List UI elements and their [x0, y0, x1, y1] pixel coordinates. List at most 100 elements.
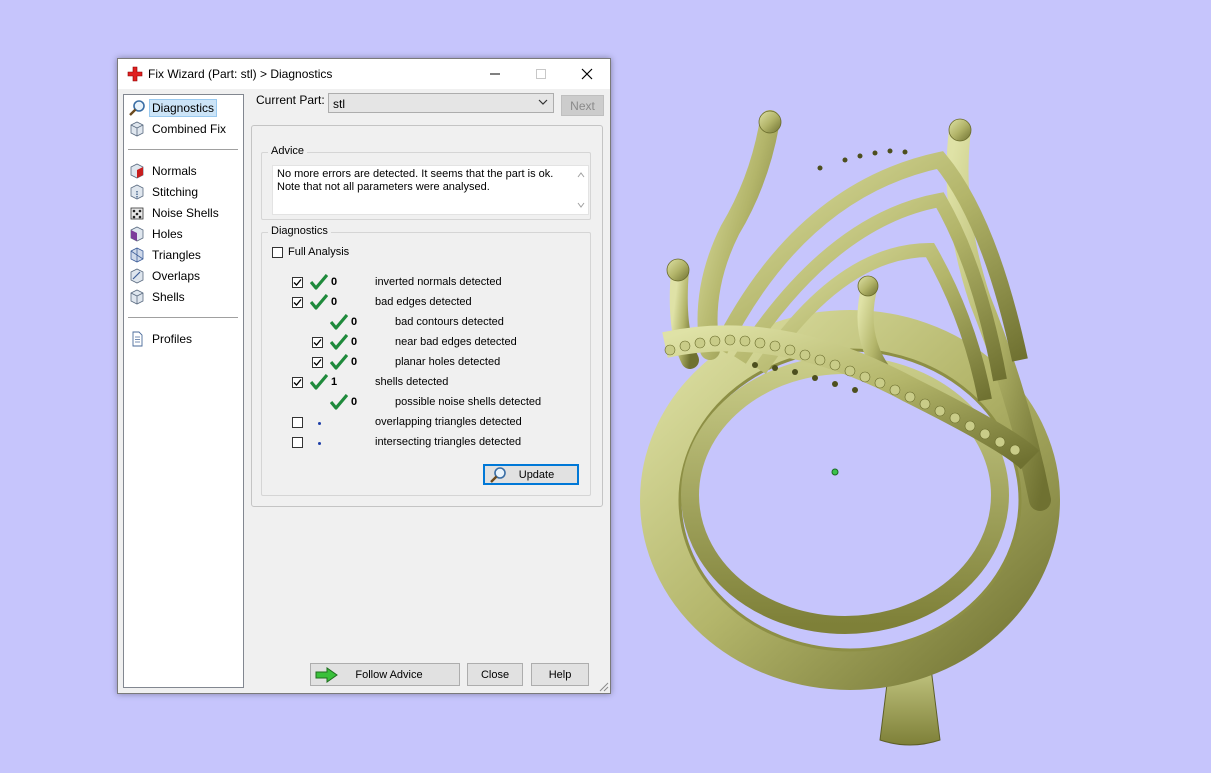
current-part-select[interactable]: stl — [328, 93, 554, 113]
maximize-button[interactable] — [518, 59, 564, 89]
maximize-icon — [536, 69, 546, 79]
full-analysis-checkbox[interactable] — [272, 247, 283, 258]
window-title: Fix Wizard (Part: stl) > Diagnostics — [148, 67, 333, 81]
planar-holes-label: planar holes detected — [395, 356, 501, 368]
sidebar-item-combined-fix[interactable]: Combined Fix — [128, 119, 238, 139]
green-check-icon — [330, 354, 348, 370]
shells-checkbox[interactable] — [292, 377, 303, 388]
follow-advice-label: Follow Advice — [355, 668, 423, 681]
sidebar-item-stitching[interactable]: Stitching — [128, 182, 238, 202]
sidebar-divider — [128, 149, 238, 150]
advice-textbox[interactable]: No more errors are detected. It seems th… — [272, 165, 589, 215]
minimize-button[interactable] — [472, 59, 518, 89]
shells-cube-icon — [130, 289, 144, 305]
sidebar-item-label: Normals — [152, 164, 197, 178]
inverted-normals-checkbox[interactable] — [292, 277, 303, 288]
pending-dot-icon — [318, 422, 321, 425]
noise-shells-count: 0 — [351, 396, 358, 408]
sidebar-item-label: Combined Fix — [152, 122, 227, 136]
normals-cube-icon — [130, 163, 144, 179]
sidebar-item-label: Shells — [152, 290, 185, 304]
green-check-icon — [330, 394, 348, 410]
update-label: Update — [518, 468, 555, 481]
diagnostics-group: Diagnostics Full Analysis 0 inverted nor… — [261, 225, 591, 496]
sidebar-item-profiles[interactable]: Profiles — [128, 329, 238, 349]
green-check-icon — [330, 334, 348, 350]
advice-group: Advice No more errors are detected. It s… — [261, 145, 591, 220]
magnifier-icon — [490, 466, 506, 483]
shells-count: 1 — [331, 376, 338, 388]
near-bad-edges-count: 0 — [351, 336, 358, 348]
close-icon — [581, 68, 593, 80]
sidebar-item-overlaps[interactable]: Overlaps — [128, 266, 238, 286]
sidebar-item-diagnostics[interactable]: Diagnostics — [128, 98, 238, 118]
close-button[interactable]: Close — [467, 663, 523, 686]
green-check-icon — [330, 314, 348, 330]
sidebar-item-label: Triangles — [152, 248, 201, 262]
scroll-up-icon[interactable] — [577, 172, 585, 178]
overlapping-triangles-checkbox[interactable] — [292, 417, 303, 428]
intersecting-triangles-label: intersecting triangles detected — [375, 436, 522, 448]
help-button[interactable]: Help — [531, 663, 589, 686]
ring-model-icon — [640, 110, 1060, 746]
sidebar-item-label: Noise Shells — [152, 206, 219, 220]
bad-contours-label: bad contours detected — [395, 316, 504, 328]
checkmark-icon — [293, 379, 302, 386]
checkmark-icon — [313, 359, 322, 366]
resize-grip-icon[interactable] — [597, 680, 609, 692]
bad-edges-label: bad edges detected — [375, 296, 472, 308]
cube-icon — [130, 121, 144, 137]
title-bar[interactable]: Fix Wizard (Part: stl) > Diagnostics — [118, 59, 610, 89]
current-part-value: stl — [333, 97, 345, 111]
sidebar-item-label: Stitching — [152, 185, 199, 199]
sidebar-item-holes[interactable]: Holes — [128, 224, 238, 244]
fix-wizard-window: Fix Wizard (Part: stl) > Diagnostics Dia… — [117, 58, 611, 694]
checkmark-icon — [293, 299, 302, 306]
ring-model-viewport[interactable] — [640, 100, 1100, 750]
sidebar-item-triangles[interactable]: Triangles — [128, 245, 238, 265]
intersecting-triangles-checkbox[interactable] — [292, 437, 303, 448]
planar-holes-checkbox[interactable] — [312, 357, 323, 368]
bad-contours-count: 0 — [351, 316, 358, 328]
current-part-label: Current Part: — [256, 93, 325, 107]
checkmark-icon — [313, 339, 322, 346]
advice-line: No more errors are detected. It seems th… — [277, 168, 554, 180]
sidebar-item-label: Profiles — [152, 332, 193, 346]
close-window-button[interactable] — [564, 59, 610, 89]
overlaps-cube-icon — [130, 268, 144, 284]
shells-label: shells detected — [375, 376, 449, 388]
wizard-sidebar: Diagnostics Combined Fix Normals Stitchi… — [123, 94, 244, 688]
chevron-down-icon — [538, 99, 548, 105]
checkmark-icon — [293, 279, 302, 286]
full-analysis-label: Full Analysis — [288, 246, 350, 258]
advice-title: Advice — [268, 145, 308, 157]
sidebar-item-shells[interactable]: Shells — [128, 287, 238, 307]
next-button[interactable]: Next — [561, 95, 604, 116]
sidebar-item-label: Diagnostics — [148, 99, 218, 117]
red-cross-icon — [127, 66, 143, 82]
update-button[interactable]: Update — [483, 464, 579, 485]
bad-edges-checkbox[interactable] — [292, 297, 303, 308]
sidebar-item-normals[interactable]: Normals — [128, 161, 238, 181]
follow-advice-button[interactable]: Follow Advice — [310, 663, 460, 686]
near-bad-edges-label: near bad edges detected — [395, 336, 517, 348]
planar-holes-count: 0 — [351, 356, 358, 368]
sidebar-item-noise-shells[interactable]: Noise Shells — [128, 203, 238, 223]
green-check-icon — [310, 374, 328, 390]
bad-edges-count: 0 — [331, 296, 338, 308]
sidebar-divider — [128, 317, 238, 318]
green-check-icon — [310, 274, 328, 290]
arrow-right-icon — [315, 666, 338, 683]
sidebar-item-label: Overlaps — [152, 269, 201, 283]
scroll-down-icon[interactable] — [577, 202, 585, 208]
pending-dot-icon — [318, 442, 321, 445]
inverted-normals-label: inverted normals detected — [375, 276, 502, 288]
diagnostics-panel: Advice No more errors are detected. It s… — [251, 125, 603, 507]
sidebar-item-label: Holes — [152, 227, 183, 241]
magnifier-icon — [129, 100, 145, 116]
near-bad-edges-checkbox[interactable] — [312, 337, 323, 348]
overlapping-triangles-label: overlapping triangles detected — [375, 416, 522, 428]
triangles-cube-icon — [130, 247, 144, 263]
stitching-cube-icon — [130, 184, 144, 200]
minimize-icon — [490, 73, 500, 75]
